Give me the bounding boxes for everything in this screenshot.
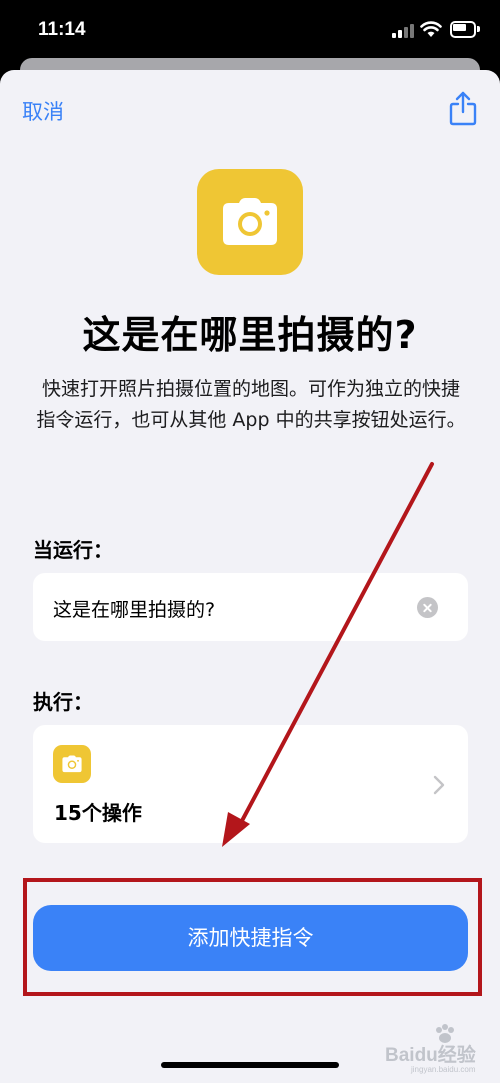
add-shortcut-sheet: 取消 这是在哪里拍摄的? 快速打开照片拍摄位置的地图。可作为独立的快捷指令运行，… bbox=[0, 70, 500, 1083]
camera-icon bbox=[223, 198, 277, 245]
shortcut-app-icon bbox=[197, 169, 303, 275]
shortcut-description: 快速打开照片拍摄位置的地图。可作为独立的快捷指令运行，也可从其他 App 中的共… bbox=[36, 378, 466, 431]
actions-count: 15个操作 bbox=[54, 801, 142, 825]
status-bar: 11:14 bbox=[0, 0, 500, 62]
home-indicator bbox=[161, 1062, 339, 1068]
run-phrase-text[interactable]: 这是在哪里拍摄的? bbox=[53, 595, 215, 622]
run-phrase-field[interactable]: 这是在哪里拍摄的? bbox=[33, 573, 468, 641]
cancel-button[interactable]: 取消 bbox=[22, 96, 64, 126]
mini-app-icon bbox=[53, 745, 91, 783]
when-run-label: 当运行： bbox=[33, 538, 113, 562]
baidu-watermark: Baidu经验 jingyan.baidu.com bbox=[375, 1024, 500, 1076]
camera-icon bbox=[62, 755, 82, 773]
shortcut-title: 这是在哪里拍摄的? bbox=[82, 313, 418, 357]
execute-label: 执行： bbox=[33, 690, 93, 714]
status-time: 11:14 bbox=[38, 19, 86, 40]
watermark-text: Baidu经验 bbox=[385, 1045, 476, 1066]
battery-icon bbox=[450, 21, 480, 38]
cellular-signal-icon bbox=[392, 24, 414, 38]
share-icon[interactable] bbox=[449, 90, 477, 126]
actions-card[interactable]: 15个操作 bbox=[33, 725, 468, 843]
watermark-sub: jingyan.baidu.com bbox=[411, 1065, 476, 1074]
clear-icon[interactable] bbox=[417, 597, 438, 618]
annotation-highlight-box bbox=[23, 878, 482, 996]
wifi-icon bbox=[420, 21, 442, 37]
chevron-right-icon bbox=[433, 775, 445, 795]
